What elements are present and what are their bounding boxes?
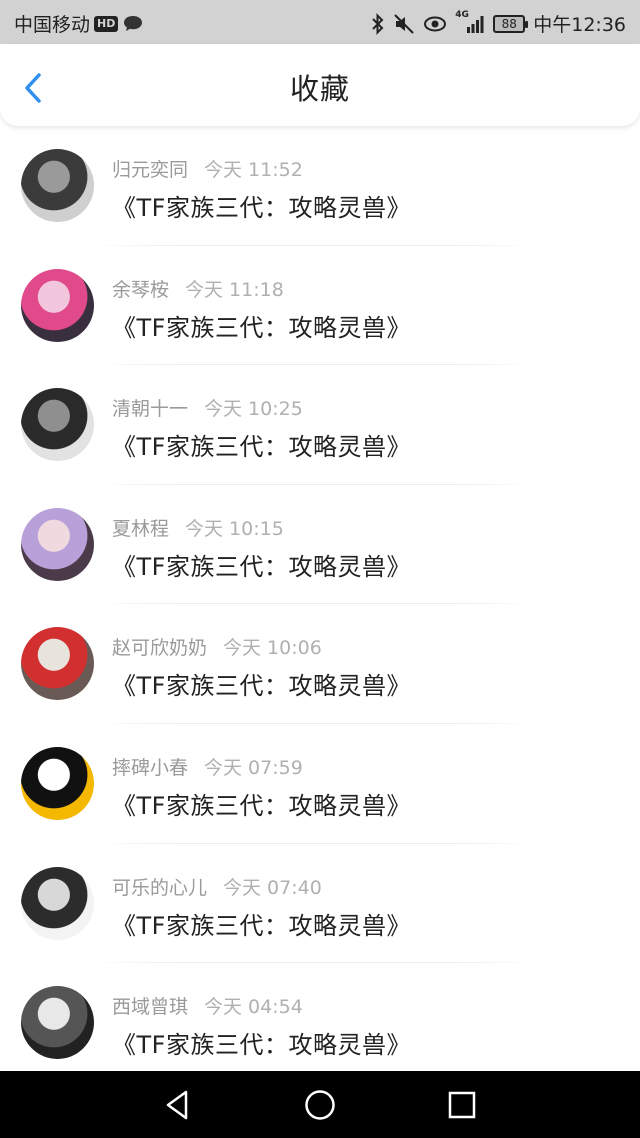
user-name[interactable]: 西域曾琪 [112,996,188,1018]
list-item[interactable]: 摔碑小春 今天 07:59 《TF家族三代：攻略灵兽》 [0,724,640,844]
work-title[interactable]: 《TF家族三代：攻略灵兽》 [112,308,411,343]
item-meta: 清朝十一 今天 10:25 [112,394,303,421]
list-item[interactable]: 夏林程 今天 10:15 《TF家族三代：攻略灵兽》 [0,485,640,605]
list-item[interactable]: 西域曾琪 今天 04:54 《TF家族三代：攻略灵兽》 [0,963,640,1083]
work-title[interactable]: 《TF家族三代：攻略灵兽》 [112,188,411,223]
clock: 中午12:36 [533,14,626,36]
list-item[interactable]: 余琴桉 今天 11:18 《TF家族三代：攻略灵兽》 [0,246,640,366]
work-title[interactable]: 《TF家族三代：攻略灵兽》 [112,1025,411,1060]
status-bar: 中国移动 HD 4G 88 中午12:36 [0,0,640,44]
nav-recent-button[interactable] [442,1085,482,1125]
status-right: 4G 88 中午12:36 [371,10,626,37]
timestamp: 今天 04:54 [204,996,303,1019]
network-label: 4G [455,9,469,20]
work-title[interactable]: 《TF家族三代：攻略灵兽》 [112,547,411,582]
battery-level: 88 [501,16,517,31]
work-title[interactable]: 《TF家族三代：攻略灵兽》 [112,906,411,941]
item-meta: 归元奕同 今天 11:52 [112,155,303,182]
app-header: 收藏 [0,44,640,126]
favorites-list: 归元奕同 今天 11:52 《TF家族三代：攻略灵兽》 余琴桉 今天 11:18 《… [0,126,640,1083]
square-recent-icon [448,1091,476,1119]
timestamp: 今天 11:18 [185,278,284,301]
item-meta: 夏林程 今天 10:15 [112,514,284,541]
nav-back-button[interactable] [158,1085,198,1125]
work-title[interactable]: 《TF家族三代：攻略灵兽》 [112,786,411,821]
user-name[interactable]: 夏林程 [112,518,169,540]
system-nav-bar [0,1071,640,1138]
item-meta: 摔碑小春 今天 07:59 [112,753,303,780]
user-name[interactable]: 清朝十一 [112,398,188,420]
eye-icon [423,15,447,33]
bluetooth-icon [371,12,385,35]
user-name[interactable]: 余琴桉 [112,279,169,301]
work-title[interactable]: 《TF家族三代：攻略灵兽》 [112,427,411,462]
avatar[interactable] [21,627,94,701]
timestamp: 今天 07:59 [204,756,303,779]
timestamp: 今天 07:40 [223,876,322,899]
list-item[interactable]: 清朝十一 今天 10:25 《TF家族三代：攻略灵兽》 [0,365,640,485]
avatar[interactable] [21,268,94,342]
triangle-back-icon [166,1090,188,1120]
timestamp: 今天 10:25 [204,398,303,421]
item-meta: 可乐的心儿 今天 07:40 [112,873,322,900]
avatar[interactable] [21,746,94,820]
circle-home-icon [305,1090,335,1120]
timestamp: 今天 10:06 [223,637,322,660]
signal-icon: 4G [455,10,485,34]
status-left: 中国移动 HD [14,10,144,37]
list-item[interactable]: 赵可欣奶奶 今天 10:06 《TF家族三代：攻略灵兽》 [0,604,640,724]
avatar[interactable] [21,986,94,1060]
message-icon [122,14,144,34]
mute-icon [393,13,415,35]
item-meta: 余琴桉 今天 11:18 [112,275,284,302]
user-name[interactable]: 赵可欣奶奶 [112,637,207,659]
item-meta: 赵可欣奶奶 今天 10:06 [112,633,322,660]
work-title[interactable]: 《TF家族三代：攻略灵兽》 [112,666,411,701]
avatar[interactable] [21,866,94,940]
carrier-label: 中国移动 [14,14,91,36]
battery-icon: 88 [493,14,529,33]
list-item[interactable]: 归元奕同 今天 11:52 《TF家族三代：攻略灵兽》 [0,126,640,246]
avatar[interactable] [21,149,94,222]
list-item[interactable]: 可乐的心儿 今天 07:40 《TF家族三代：攻略灵兽》 [0,844,640,964]
avatar[interactable] [21,388,94,462]
user-name[interactable]: 归元奕同 [112,159,188,181]
avatar[interactable] [21,507,94,581]
timestamp: 今天 11:52 [204,159,303,181]
user-name[interactable]: 可乐的心儿 [112,877,207,899]
timestamp: 今天 10:15 [185,517,284,540]
hd-badge: HD [94,15,119,32]
user-name[interactable]: 摔碑小春 [112,757,188,779]
item-meta: 西域曾琪 今天 04:54 [112,992,303,1019]
nav-home-button[interactable] [300,1085,340,1125]
page-title: 收藏 [289,72,350,106]
